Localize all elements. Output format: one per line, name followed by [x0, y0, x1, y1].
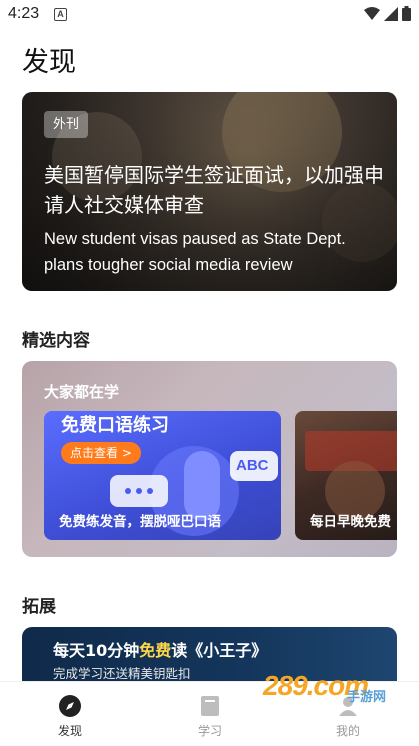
nav-label: 发现: [57, 724, 82, 738]
promo-caption: 免费练发音，摆脱哑巴口语: [59, 514, 221, 530]
promo-title: 免费口语练习: [61, 415, 169, 436]
extend-title-highlight: 免费: [139, 641, 172, 660]
extend-title: 每天10分钟免费读《小王子》: [53, 637, 267, 661]
watermark: 289.com 手游网: [255, 664, 419, 746]
wifi-icon: [364, 6, 380, 20]
nav-item-discover[interactable]: 发现: [30, 682, 110, 746]
section-title-featured: 精选内容: [22, 331, 90, 351]
promo-card-speaking[interactable]: ABC 免费口语练习 点击查看 > 免费练发音，摆脱哑巴口语: [44, 411, 281, 540]
watermark-cn: 手游网: [347, 690, 387, 705]
extend-title-prefix: 每天10分钟: [53, 641, 140, 660]
abc-badge: ABC: [236, 457, 269, 474]
status-icons: [364, 6, 411, 21]
featured-card: 大家都在学 ABC 免费口语练习 点击查看 > 免费练发音，摆脱哑巴口语 每日早…: [22, 361, 397, 557]
compass-icon: [59, 695, 81, 717]
extend-subtitle: 完成学习还送精美钥匙扣: [53, 666, 191, 681]
page-title: 发现: [22, 47, 76, 78]
signal-icon: [384, 6, 398, 21]
nav-label: 学习: [197, 724, 222, 738]
hero-article-card[interactable]: 外刊 美国暂停国际学生签证面试，以加强申请人社交媒体审查 New student…: [22, 92, 397, 291]
book-icon: [201, 696, 219, 716]
view-button[interactable]: 点击查看 >: [61, 442, 141, 464]
notification-badge: A: [54, 8, 67, 21]
hero-tag: 外刊: [44, 111, 89, 138]
nav-item-study[interactable]: 学习: [170, 682, 250, 746]
section-title-extend: 拓展: [22, 597, 56, 617]
hero-title-cn: 美国暂停国际学生签证面试，以加强申请人社交媒体审查: [44, 163, 384, 217]
status-bar: 4:23 A: [0, 0, 419, 30]
status-time: 4:23: [8, 5, 40, 22]
extend-title-suffix: 读《小王子》: [171, 641, 268, 660]
promo-card-daily[interactable]: 每日早晚免费: [295, 411, 397, 540]
battery-icon: [402, 6, 411, 21]
featured-label: 大家都在学: [44, 383, 120, 401]
hero-title-en: New student visas paused as State Dept. …: [44, 230, 346, 274]
promo-caption: 每日早晚免费: [310, 514, 391, 530]
